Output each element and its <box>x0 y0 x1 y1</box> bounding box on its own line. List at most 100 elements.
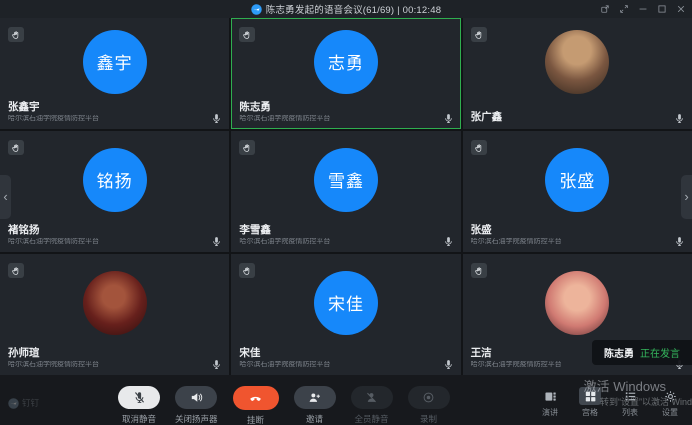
toolbar-button-label: 关闭扬声器 <box>175 413 218 425</box>
participant-tile-1[interactable]: 鑫宇 张鑫宇 哈尔滨石油学院疫情防控平台 <box>0 18 229 129</box>
raise-hand-badge <box>471 140 487 155</box>
person-add-icon <box>308 391 321 404</box>
dingtalk-icon <box>251 4 262 15</box>
hangup-icon <box>249 392 262 405</box>
next-page-arrow[interactable]: › <box>681 175 692 219</box>
view-icobox <box>539 387 561 405</box>
participant-tile-8[interactable]: 宋佳 宋佳 哈尔滨石油学院疫情防控平台 <box>231 254 460 375</box>
pill <box>408 386 450 409</box>
avatar-wrap <box>0 254 229 351</box>
pill <box>294 386 336 409</box>
avatar: 志勇 <box>314 30 378 94</box>
mic-off-icon <box>133 391 146 404</box>
participant-meta: 张鑫宇 哈尔滨石油学院疫情防控平台 <box>8 101 205 124</box>
avatar-wrap: 铭扬 <box>0 131 229 228</box>
toolbar-button-hangup[interactable]: 挂断 <box>233 386 279 425</box>
participant-grid: ‹ › 鑫宇 张鑫宇 哈尔滨石油学院疫情防控平台 志勇 陈志勇 哈尔滨石油学院疫… <box>0 18 692 375</box>
speaking-toast-status: 正在发言 <box>640 345 680 360</box>
raise-hand-badge <box>8 263 24 278</box>
photo-avatar <box>83 271 147 335</box>
view-switcher-item-speaker-view[interactable]: 演讲 <box>534 387 566 418</box>
mic-icon <box>211 111 222 122</box>
avatar-wrap: 志勇 <box>231 18 460 105</box>
brand-label: 钉钉 <box>22 397 39 409</box>
mute-all-icon <box>365 391 378 404</box>
participant-tile-2[interactable]: 志勇 陈志勇 哈尔滨石油学院疫情防控平台 <box>231 18 460 129</box>
participant-org: 哈尔滨石油学院疫情防控平台 <box>8 238 205 247</box>
view-switcher-item-grid-view[interactable]: 宫格 <box>574 387 606 418</box>
participant-name: 陈志勇 <box>239 101 436 114</box>
view-switcher: 演讲 宫格 列表 设置 <box>534 387 686 418</box>
avatar: 张盛 <box>545 148 609 212</box>
participant-meta: 李雪鑫 哈尔滨石油学院疫情防控平台 <box>239 224 436 247</box>
popout-button[interactable] <box>600 4 610 14</box>
mic-icon <box>443 357 454 368</box>
toolbar-button-mute-all[interactable]: 全员静音 <box>351 386 393 425</box>
participant-tile-5[interactable]: 雪鑫 李雪鑫 哈尔滨石油学院疫情防控平台 <box>231 131 460 252</box>
toolbar-button-mic-off[interactable]: 取消静音 <box>118 386 160 425</box>
view-icobox <box>659 387 681 405</box>
participant-meta: 张广鑫 <box>471 111 668 124</box>
participant-tile-6[interactable]: 张盛 张盛 哈尔滨石油学院疫情防控平台 <box>463 131 692 252</box>
hand-icon <box>242 266 252 276</box>
toolbar-button-label: 挂断 <box>247 414 264 425</box>
hand-icon <box>11 143 21 153</box>
view-switcher-label: 宫格 <box>582 407 598 418</box>
window-title: 陈志勇发起的语音会议(61/69) | 00:12:48 <box>266 2 441 16</box>
hand-icon <box>242 30 252 40</box>
toolbar-button-speaker[interactable]: 关闭扬声器 <box>175 386 218 425</box>
toolbar-button-person-add[interactable]: 邀请 <box>294 386 336 425</box>
raise-hand-badge <box>239 263 255 278</box>
hand-icon <box>474 143 484 153</box>
participant-org: 哈尔滨石油学院疫情防控平台 <box>239 115 436 124</box>
avatar-wrap: 张盛 <box>463 131 692 228</box>
participant-tile-7[interactable]: 孙师瑄 哈尔滨石油学院疫情防控平台 <box>0 254 229 375</box>
participant-tile-3[interactable]: 张广鑫 <box>463 18 692 129</box>
participant-name: 张盛 <box>471 224 668 237</box>
speaking-toast-name: 陈志勇 <box>604 345 634 360</box>
speaker-icon <box>190 391 203 404</box>
hand-icon <box>242 143 252 153</box>
view-icobox <box>619 387 641 405</box>
pill <box>175 386 217 409</box>
maximize-button[interactable] <box>657 4 667 14</box>
participant-name: 孙师瑄 <box>8 347 205 360</box>
record-icon <box>422 391 435 404</box>
window-controls <box>600 0 686 18</box>
view-switcher-item-settings[interactable]: 设置 <box>654 387 686 418</box>
hand-icon <box>474 30 484 40</box>
mic-icon <box>674 111 685 122</box>
participant-tile-4[interactable]: 铭扬 褚铭扬 哈尔滨石油学院疫情防控平台 <box>0 131 229 252</box>
pill <box>233 386 279 410</box>
mic-icon <box>211 234 222 245</box>
expand-button[interactable] <box>619 4 629 14</box>
avatar: 雪鑫 <box>314 148 378 212</box>
raise-hand-badge <box>239 140 255 155</box>
participant-org: 哈尔滨石油学院疫情防控平台 <box>239 238 436 247</box>
raise-hand-badge <box>471 263 487 278</box>
participant-name: 张广鑫 <box>471 111 668 124</box>
minimize-button[interactable] <box>638 4 648 14</box>
avatar-wrap <box>463 254 692 351</box>
prev-page-arrow[interactable]: ‹ <box>0 175 11 219</box>
close-button[interactable] <box>676 4 686 14</box>
hand-icon <box>11 266 21 276</box>
view-icobox <box>579 387 601 405</box>
list-view-icon <box>624 390 637 403</box>
view-switcher-label: 设置 <box>662 407 678 418</box>
view-switcher-label: 演讲 <box>542 407 558 418</box>
photo-avatar <box>545 271 609 335</box>
bottom-toolbar: 钉钉 取消静音 关闭扬声器 挂断 邀请 全员静音 录制 演讲 宫格 列表 设置 <box>0 375 692 425</box>
participant-name: 张鑫宇 <box>8 101 205 114</box>
participant-name: 褚铭扬 <box>8 224 205 237</box>
toolbar-button-record[interactable]: 录制 <box>408 386 450 425</box>
call-controls: 取消静音 关闭扬声器 挂断 邀请 全员静音 录制 <box>118 386 450 425</box>
toolbar-button-label: 全员静音 <box>355 413 389 425</box>
participant-meta: 陈志勇 哈尔滨石油学院疫情防控平台 <box>239 101 436 124</box>
raise-hand-badge <box>8 140 24 155</box>
participant-name: 宋佳 <box>239 347 436 360</box>
avatar: 铭扬 <box>83 148 147 212</box>
mic-icon <box>211 357 222 368</box>
view-switcher-item-list-view[interactable]: 列表 <box>614 387 646 418</box>
participant-org: 哈尔滨石油学院疫情防控平台 <box>8 115 205 124</box>
